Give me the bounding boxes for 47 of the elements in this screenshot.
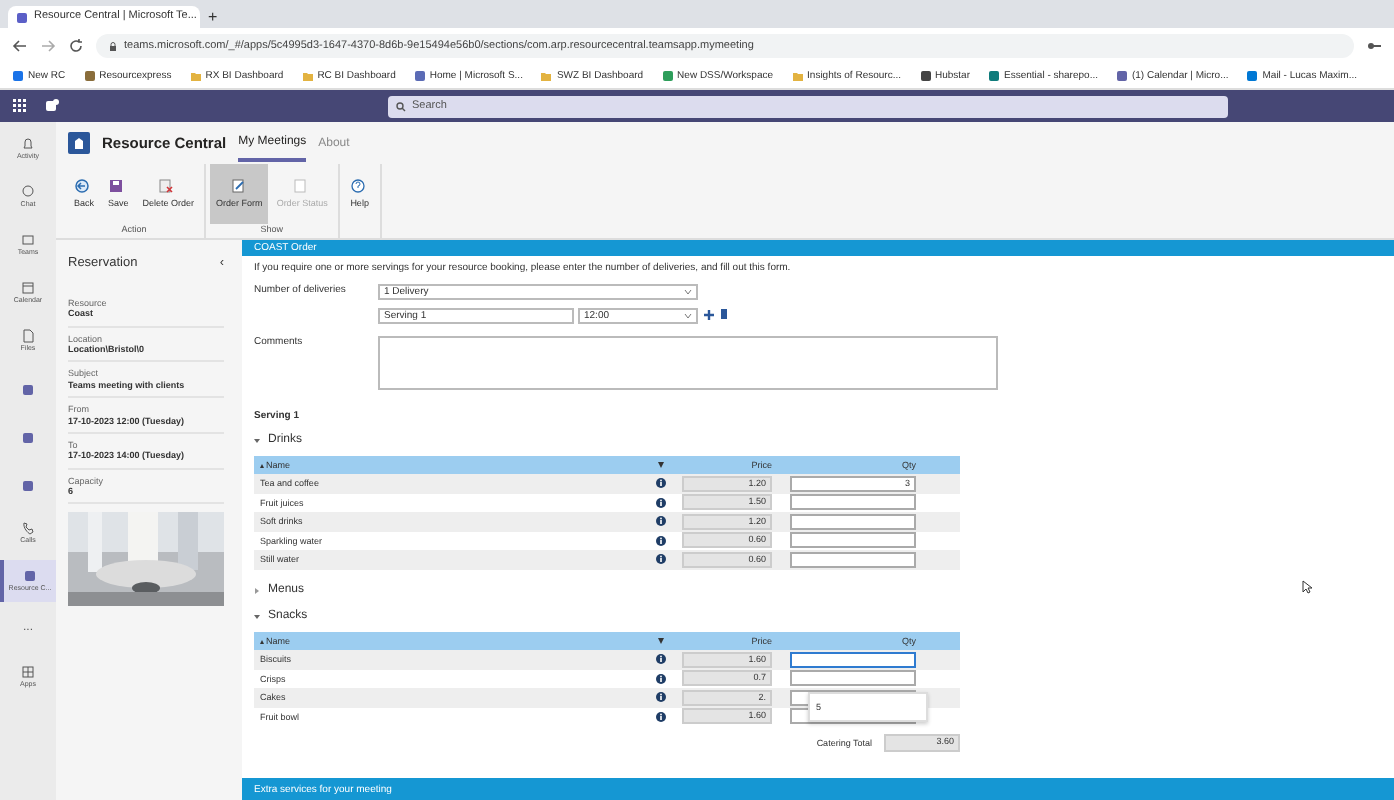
quantity-field[interactable]: [790, 513, 916, 530]
app-icon: [20, 429, 36, 445]
app-icon: [22, 568, 38, 585]
caret-icon: [684, 312, 692, 320]
info-icon[interactable]: [655, 654, 665, 665]
info-icon[interactable]: [655, 516, 665, 527]
app-icon: [20, 477, 36, 493]
search-icon: [396, 101, 406, 111]
back-icon[interactable]: [12, 38, 28, 54]
quantity-field[interactable]: [790, 532, 916, 549]
calendar-icon: [20, 280, 36, 297]
delete-icon: [158, 178, 179, 199]
info-icon[interactable]: [655, 497, 665, 508]
app-icon: [20, 381, 36, 397]
lock-icon: [108, 41, 118, 51]
chevron-right-icon: [254, 587, 260, 594]
apps-icon: [20, 664, 36, 681]
filter-icon[interactable]: [657, 462, 663, 469]
quantity-field[interactable]: [790, 494, 916, 511]
quantity-field[interactable]: [790, 551, 916, 568]
file-icon: [20, 328, 36, 345]
filter-icon[interactable]: [657, 638, 663, 645]
app-launcher-icon[interactable]: [12, 98, 28, 114]
info-icon[interactable]: [655, 554, 665, 565]
quantity-field[interactable]: [790, 651, 916, 668]
info-icon[interactable]: [655, 692, 665, 703]
chevron-down-icon: [254, 438, 260, 445]
plus-icon[interactable]: [704, 310, 714, 320]
help-icon: [349, 178, 370, 199]
quantity-field[interactable]: [790, 670, 916, 687]
back-icon: [74, 178, 94, 199]
cursor-icon: [1302, 580, 1312, 594]
info-icon[interactable]: [655, 535, 665, 546]
info-icon[interactable]: [655, 673, 665, 684]
phone-icon: [20, 520, 36, 537]
chat-icon: [20, 184, 36, 201]
info-icon[interactable]: [655, 478, 665, 489]
new-tab-button[interactable]: +: [208, 8, 218, 28]
form-icon: [229, 178, 250, 199]
chevron-down-icon: [254, 613, 260, 620]
comments-field[interactable]: [378, 336, 998, 390]
reload-icon[interactable]: [68, 38, 84, 54]
key-icon[interactable]: [1366, 38, 1382, 54]
caret-icon: [684, 288, 692, 296]
building-icon: [68, 132, 90, 154]
bell-icon: [20, 136, 36, 153]
info-icon[interactable]: [655, 711, 665, 722]
